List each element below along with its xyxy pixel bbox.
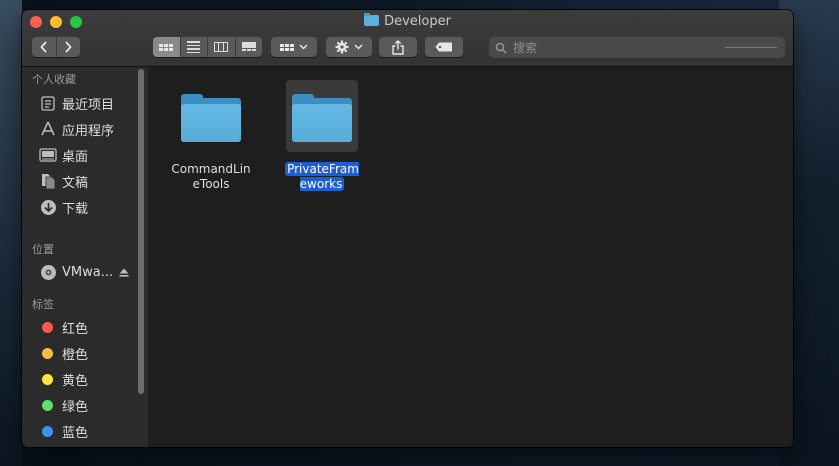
titlebar: Developer — [22, 10, 793, 67]
folder-icon — [292, 94, 352, 142]
tag-color-dot — [42, 373, 53, 385]
file-item-selected[interactable]: PrivateFrameworks — [282, 80, 362, 192]
tag-color-dot — [42, 399, 53, 411]
tag-color-dot — [42, 321, 53, 333]
downloads-icon — [39, 198, 57, 216]
back-button[interactable] — [32, 37, 56, 57]
sidebar-item-label: 蓝色 — [62, 425, 89, 441]
file-icon-wrap — [175, 80, 247, 152]
sidebar-item-label: 橙色 — [62, 347, 89, 363]
documents-icon — [39, 172, 57, 190]
chevron-right-icon — [65, 41, 72, 53]
file-name-text: CommandLineTools — [171, 162, 251, 191]
window-title-text: Developer — [384, 14, 451, 29]
action-button[interactable] — [326, 37, 372, 57]
tag-icon — [435, 42, 452, 52]
folder-icon — [181, 94, 241, 142]
share-icon — [392, 39, 404, 55]
sidebar-item-desktop[interactable]: 桌面 — [39, 144, 88, 166]
gallery-view-button[interactable] — [236, 37, 263, 57]
sidebar-item-label: 应用程序 — [62, 123, 115, 139]
tags-header: 标签 — [32, 298, 54, 311]
file-name: CommandLineTools — [171, 162, 251, 192]
sidebar: 个人收藏 最近项目 应用程序 桌面 文稿 下载 位置 VMwa... 标签 红色… — [22, 67, 148, 447]
sidebar-item-vmware-disk[interactable]: VMwa... — [39, 261, 129, 283]
sidebar-item-recents[interactable]: 最近项目 — [39, 92, 114, 114]
sidebar-item-label: 文稿 — [62, 175, 89, 191]
sidebar-item-tag-blue[interactable]: 蓝色 — [39, 420, 88, 442]
search-field[interactable] — [489, 37, 785, 58]
sidebar-item-tag-green[interactable]: 绿色 — [39, 394, 88, 416]
sidebar-item-label: VMwa... — [62, 264, 114, 280]
sidebar-item-label: 最近项目 — [62, 97, 115, 113]
sidebar-item-tag-orange[interactable]: 橙色 — [39, 342, 88, 364]
sidebar-item-downloads[interactable]: 下载 — [39, 196, 88, 218]
sidebar-item-tag-yellow[interactable]: 黄色 — [39, 368, 88, 390]
chevron-left-icon — [40, 41, 47, 53]
group-button[interactable] — [271, 37, 317, 57]
search-icon — [495, 42, 507, 54]
icon-view-button[interactable] — [153, 37, 180, 57]
column-view-icon — [214, 42, 229, 52]
sidebar-scrollbar[interactable] — [138, 69, 144, 394]
forward-button[interactable] — [57, 37, 81, 57]
sidebar-item-tag-purple[interactable]: 紫色 — [39, 444, 88, 447]
file-name-text: PrivateFrameworks — [285, 162, 359, 191]
view-mode-control — [153, 37, 262, 57]
search-input[interactable] — [511, 39, 715, 56]
desktop-background-left — [0, 0, 22, 466]
sidebar-item-label: 红色 — [62, 321, 89, 337]
sidebar-item-label: 黄色 — [62, 373, 89, 389]
finder-window: Developer 搜索 个人收藏 最近项目 应用程序 桌面 文稿 下载 位置 … — [22, 10, 793, 447]
sidebar-item-label: 下载 — [62, 201, 89, 217]
sidebar-item-documents[interactable]: 文稿 — [39, 170, 88, 192]
tag-color-dot — [42, 425, 53, 437]
disk-icon — [39, 263, 57, 281]
sidebar-item-tag-red[interactable]: 红色 — [39, 316, 88, 338]
navigation-buttons — [32, 37, 80, 57]
share-button[interactable] — [379, 37, 417, 57]
icon-view-icon — [159, 43, 174, 51]
column-view-button[interactable] — [208, 37, 235, 57]
gallery-view-icon — [241, 42, 256, 52]
favorites-header: 个人收藏 — [32, 73, 76, 86]
tag-color-dot — [42, 347, 53, 359]
gear-icon — [335, 40, 349, 54]
folder-icon — [364, 13, 380, 26]
locations-header: 位置 — [32, 243, 54, 256]
file-icon-wrap — [286, 80, 358, 152]
desktop-icon — [39, 146, 57, 164]
chevron-down-icon — [354, 44, 363, 50]
file-browser-area[interactable]: CommandLineTools PrivateFrameworks — [149, 67, 793, 447]
sidebar-item-label: 桌面 — [62, 149, 89, 165]
list-view-icon — [187, 41, 201, 53]
list-view-button[interactable] — [181, 37, 208, 57]
eject-icon[interactable] — [119, 268, 129, 277]
tag-button[interactable] — [425, 37, 463, 57]
file-name: PrivateFrameworks — [282, 162, 362, 192]
sidebar-item-label: 紫色 — [62, 446, 88, 448]
grid-icon — [280, 43, 294, 51]
recents-icon — [39, 94, 57, 112]
search-divider — [725, 47, 777, 48]
chevron-down-icon — [299, 44, 308, 50]
sidebar-item-label: 绿色 — [62, 399, 89, 415]
file-item[interactable]: CommandLineTools — [171, 80, 251, 192]
sidebar-item-applications[interactable]: 应用程序 — [39, 118, 114, 140]
window-title: Developer — [22, 13, 793, 30]
applications-icon — [39, 120, 57, 138]
